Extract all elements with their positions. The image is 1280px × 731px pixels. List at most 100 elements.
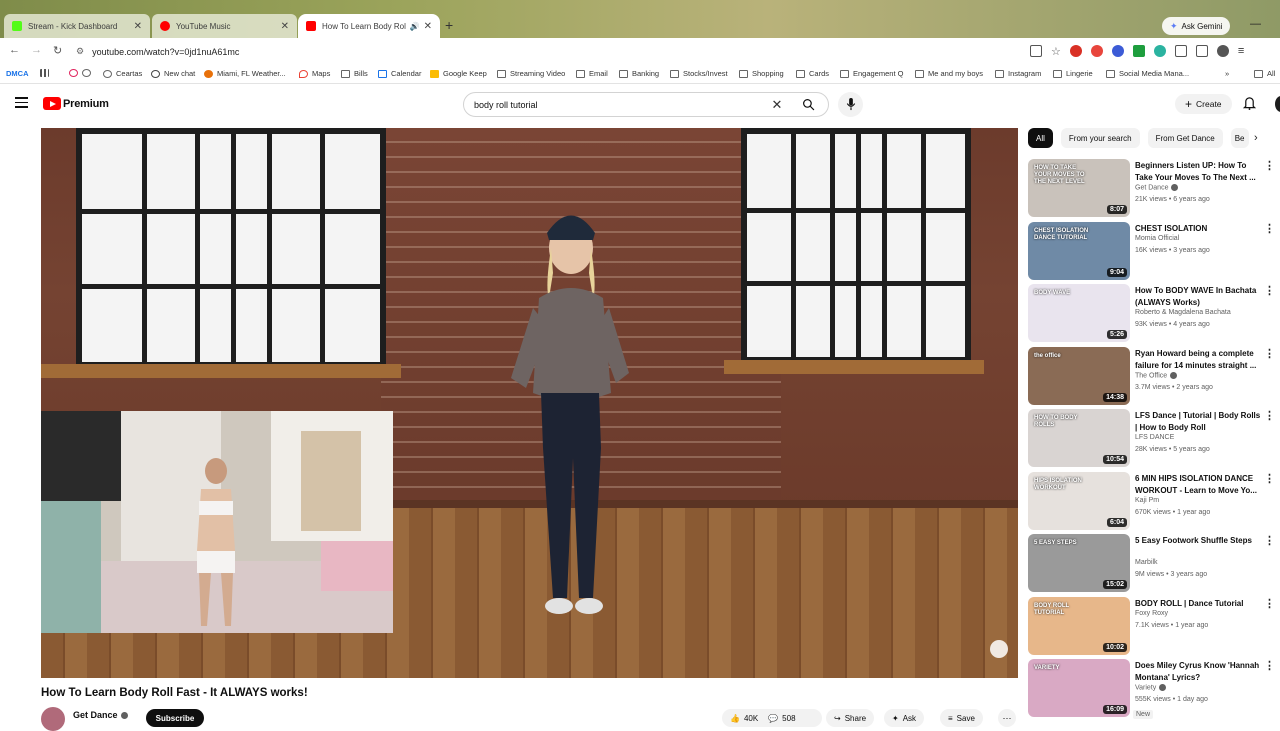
close-tab-icon[interactable]: ✕ bbox=[281, 21, 289, 32]
recommendation-item[interactable]: VARIETY 16:09 Does Miley Cyrus Know 'Hanna… bbox=[1028, 659, 1280, 717]
recommendation-title[interactable]: CHEST ISOLATION bbox=[1135, 223, 1263, 235]
video-thumbnail[interactable]: the office 14:38 bbox=[1028, 346, 1130, 405]
bookmark-cards[interactable]: Cards bbox=[796, 69, 829, 78]
bookmark-extension-icons[interactable] bbox=[69, 69, 95, 77]
sidepanel-icon[interactable] bbox=[1195, 45, 1208, 57]
site-info-icon[interactable]: ⚙ bbox=[76, 46, 84, 57]
recommendation-item[interactable]: BODY WAVE 5:26 How To BODY WAVE In Bachata… bbox=[1028, 284, 1280, 342]
bookmark-engagement[interactable]: Engagement Q bbox=[840, 69, 903, 78]
bookmark-star-icon[interactable]: ☆ bbox=[1051, 45, 1061, 58]
recommendation-channel[interactable]: Get Dance bbox=[1135, 184, 1179, 191]
video-player[interactable] bbox=[41, 128, 1018, 678]
minimize-icon[interactable]: — bbox=[1250, 18, 1261, 30]
bookmarks-overflow-icon[interactable]: » bbox=[1225, 69, 1229, 78]
search-button[interactable] bbox=[788, 93, 828, 116]
url-bar[interactable]: ⚙ youtube.com/watch?v=0jd1nuA61mc bbox=[76, 42, 1076, 61]
extension-icon[interactable] bbox=[1090, 45, 1103, 57]
recommendation-title[interactable]: 6 MIN HIPS ISOLATION DANCE WORKOUT - Lea… bbox=[1135, 473, 1263, 497]
recommendation-item[interactable]: the office 14:38 Ryan Howard being a compl… bbox=[1028, 346, 1280, 405]
share-button[interactable]: ↪ Share bbox=[826, 709, 875, 727]
recommendation-item[interactable]: HOW TO TAKE YOUR MOVES TO THE NEXT LEVEL… bbox=[1028, 159, 1280, 217]
video-thumbnail[interactable]: HOW TO BODY ROLLS 10:54 bbox=[1028, 409, 1130, 467]
new-tab-button[interactable]: + bbox=[445, 17, 453, 33]
more-options-icon[interactable]: ⋮ bbox=[1264, 659, 1275, 672]
guide-menu-icon[interactable] bbox=[15, 97, 28, 111]
recommendation-channel[interactable]: Roberto & Magdalena Bachata bbox=[1135, 309, 1231, 316]
subscribe-button[interactable]: Subscribe bbox=[146, 709, 204, 727]
recommendation-title[interactable]: How To BODY WAVE In Bachata (ALWAYS Work… bbox=[1135, 285, 1263, 309]
save-button[interactable]: ≡ Save bbox=[940, 709, 983, 727]
bookmark-streaming[interactable]: Streaming Video bbox=[497, 69, 565, 78]
browser-tab-kick[interactable]: Stream - Kick Dashboard ✕ bbox=[4, 14, 150, 38]
back-icon[interactable]: ← bbox=[9, 44, 20, 56]
browser-tab-active[interactable]: How To Learn Body Roll Fas 🔊 ✕ bbox=[298, 14, 440, 38]
like-icon[interactable]: 👍 bbox=[730, 714, 740, 723]
bookmark-all[interactable]: All bbox=[1254, 69, 1275, 78]
menu-icon[interactable]: ≡ bbox=[1238, 45, 1244, 58]
extension-icon[interactable] bbox=[1111, 45, 1124, 57]
notifications-bell-icon[interactable] bbox=[1243, 96, 1256, 110]
recommendation-title[interactable]: Beginners Listen UP: How To Take Your Mo… bbox=[1135, 160, 1263, 184]
video-thumbnail[interactable]: HOW TO TAKE YOUR MOVES TO THE NEXT LEVEL… bbox=[1028, 159, 1130, 217]
bookmark-lingerie[interactable]: Lingerie bbox=[1053, 69, 1093, 78]
chip-partial[interactable]: Be bbox=[1230, 128, 1249, 148]
bookmark-calendar[interactable]: Calendar bbox=[378, 69, 421, 78]
recommendation-item[interactable]: CHEST ISOLATION DANCE TUTORIAL 9:04 CHEST … bbox=[1028, 221, 1280, 280]
extensions-puzzle-icon[interactable] bbox=[1174, 45, 1187, 57]
recommendation-item[interactable]: HOW TO BODY ROLLS 10:54 LFS Dance | Tutori… bbox=[1028, 409, 1280, 467]
recommendation-title[interactable]: Does Miley Cyrus Know 'Hannah Montana' L… bbox=[1135, 660, 1263, 684]
browser-tab-youtube-music[interactable]: YouTube Music ✕ bbox=[152, 14, 297, 38]
bookmark-email[interactable]: Email bbox=[576, 69, 608, 78]
voice-search-button[interactable] bbox=[838, 92, 863, 117]
recommendation-title[interactable]: Ryan Howard being a complete failure for… bbox=[1135, 348, 1263, 372]
bookmark-dmca[interactable]: DMCA bbox=[6, 69, 29, 78]
close-tab-icon[interactable]: ✕ bbox=[424, 21, 432, 32]
recommendation-item[interactable]: HIPS ISOLATION WORKOUT 6:04 6 MIN HIPS ISO… bbox=[1028, 471, 1280, 530]
more-options-icon[interactable]: ⋮ bbox=[1264, 347, 1275, 360]
search-input[interactable]: body roll tutorial bbox=[464, 100, 766, 110]
channel-name-link[interactable]: Get Dance bbox=[73, 710, 128, 720]
recommendation-channel[interactable]: Kaji Pm bbox=[1135, 497, 1159, 504]
video-thumbnail[interactable]: CHEST ISOLATION DANCE TUTORIAL 9:04 bbox=[1028, 221, 1130, 280]
bookmark-ceartas[interactable]: Ceartas bbox=[103, 69, 142, 78]
bookmark-bills[interactable]: Bills bbox=[341, 69, 368, 78]
more-options-icon[interactable]: ⋮ bbox=[1264, 284, 1275, 297]
apps-grid-icon[interactable] bbox=[40, 69, 53, 77]
forward-icon[interactable]: → bbox=[31, 44, 42, 56]
more-options-icon[interactable]: ⋮ bbox=[1264, 222, 1275, 235]
chip-from-your-search[interactable]: From your search bbox=[1060, 128, 1140, 148]
more-options-icon[interactable]: ⋮ bbox=[1264, 472, 1275, 485]
recommendation-item[interactable]: 5 EASY STEPS 15:02 5 Easy Footwork Shuffle… bbox=[1028, 534, 1280, 592]
comment-icon[interactable]: 💬 bbox=[768, 714, 778, 723]
bookmark-shopping[interactable]: Shopping bbox=[739, 69, 784, 78]
bookmark-new-chat[interactable]: New chat bbox=[151, 69, 195, 78]
chips-next-chevron-icon[interactable]: › bbox=[1254, 132, 1258, 144]
bookmark-instagram[interactable]: Instagram bbox=[995, 69, 1041, 78]
reload-icon[interactable]: ↻ bbox=[53, 44, 62, 57]
video-thumbnail[interactable]: VARIETY 16:09 bbox=[1028, 659, 1130, 717]
bookmark-weather[interactable]: Miami, FL Weather... bbox=[204, 69, 286, 78]
create-button[interactable]: + Create bbox=[1175, 94, 1232, 114]
chip-all[interactable]: All bbox=[1028, 128, 1053, 148]
close-tab-icon[interactable]: ✕ bbox=[134, 21, 142, 32]
bookmark-stocks[interactable]: Stocks/Invest bbox=[670, 69, 728, 78]
bookmark-social-media[interactable]: Social Media Mana... bbox=[1106, 69, 1189, 78]
more-options-icon[interactable]: ⋮ bbox=[1264, 597, 1275, 610]
recommendation-title[interactable]: BODY ROLL | Dance Tutorial bbox=[1135, 598, 1263, 610]
recommendation-channel[interactable]: LFS DANCE bbox=[1135, 434, 1174, 441]
video-thumbnail[interactable]: BODY WAVE 5:26 bbox=[1028, 284, 1130, 342]
clear-search-icon[interactable]: ✕ bbox=[766, 97, 788, 113]
profile-icon[interactable] bbox=[1216, 45, 1229, 57]
more-options-icon[interactable]: ⋮ bbox=[1264, 159, 1275, 172]
chip-from-get-dance[interactable]: From Get Dance bbox=[1147, 128, 1223, 148]
recommendation-channel[interactable]: Variety bbox=[1135, 684, 1167, 691]
extension-icon[interactable] bbox=[1153, 45, 1166, 57]
recommendation-channel[interactable]: Foxy Roxy bbox=[1135, 610, 1168, 617]
bookmark-maps[interactable]: Maps bbox=[299, 69, 330, 78]
download-extension-icon[interactable] bbox=[1132, 45, 1145, 57]
more-actions-button[interactable]: ⋯ bbox=[998, 709, 1016, 727]
recommendation-title[interactable]: 5 Easy Footwork Shuffle Steps bbox=[1135, 535, 1263, 547]
bookmark-keep[interactable]: Google Keep bbox=[430, 69, 487, 78]
recommendation-channel[interactable]: Marbilk bbox=[1135, 559, 1158, 566]
recommendation-title[interactable]: LFS Dance | Tutorial | Body Rolls | How … bbox=[1135, 410, 1263, 434]
